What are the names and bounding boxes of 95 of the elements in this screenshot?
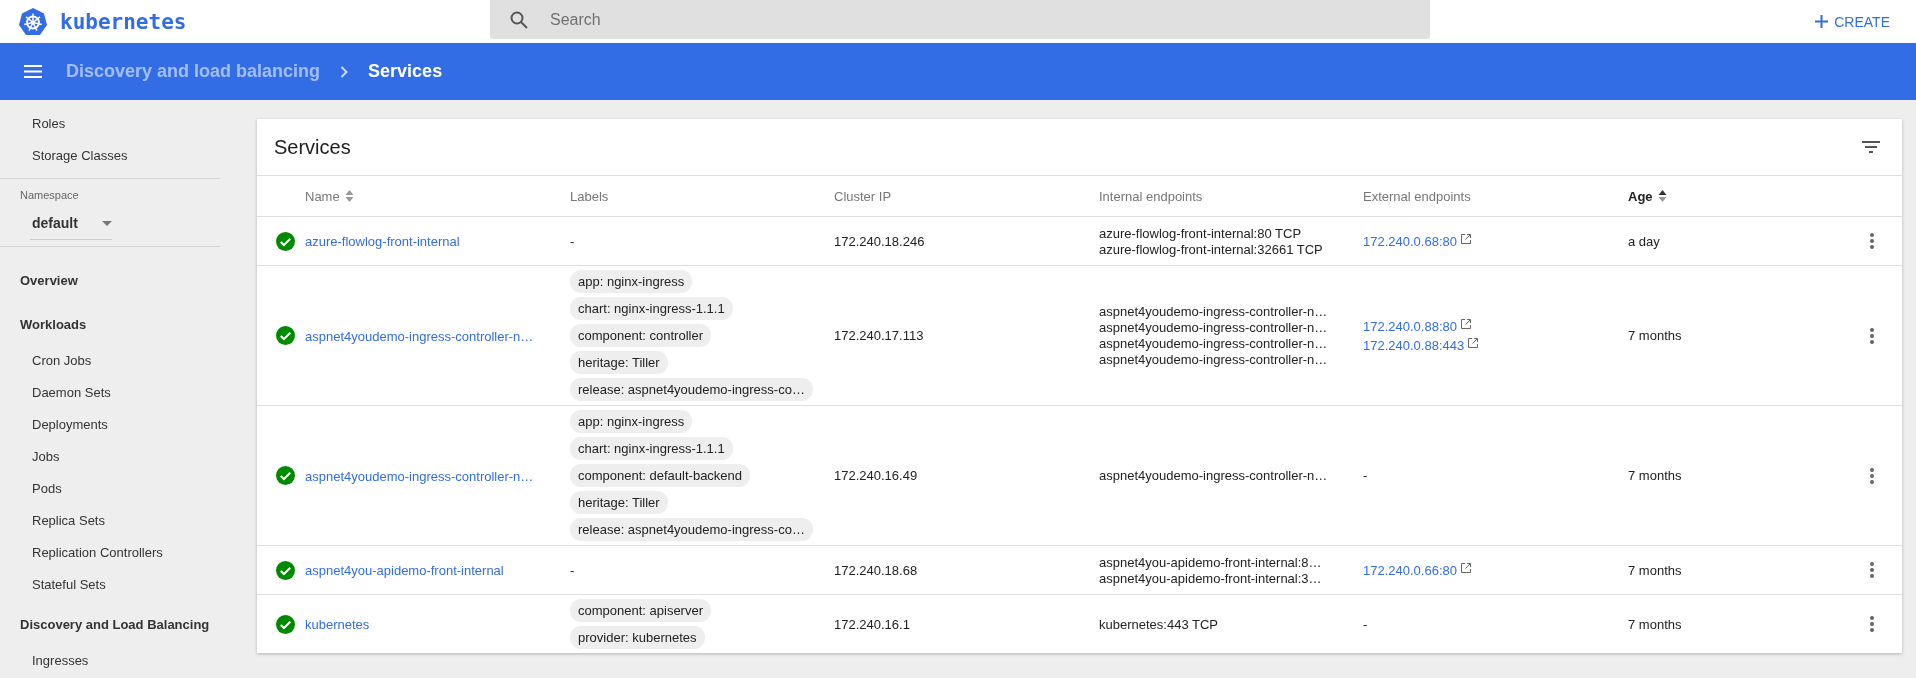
endpoint-text: aspnet4youdemo-ingress-controller-n… [1099,320,1328,335]
table-cell-text: - [570,562,576,578]
endpoint-text: aspnet4you-apidemo-front-internal:8… [1099,554,1322,570]
namespace-select[interactable]: default [30,211,112,240]
label-chip: chart: nginx-ingress-1.1.1 [570,437,733,460]
label-chip: component: apiserver [570,599,711,622]
table-cell-text: 7 months [1628,328,1683,343]
external-link-icon [1468,337,1479,348]
endpoint-link[interactable]: 172.240.0.88:443 [1363,337,1465,353]
dropdown-caret-icon [102,220,112,226]
success-check-icon [275,326,295,345]
sidebar-item[interactable]: Storage Classes [0,140,222,172]
column-header[interactable]: Name [305,188,570,204]
service-name-link[interactable]: aspnet4you-apidemo-front-internal [305,563,504,578]
sidebar-item[interactable]: Roles [0,108,222,140]
sidebar-item[interactable]: Deployments [0,409,222,441]
label-chip: heritage: Tiller [570,351,668,374]
page-title: Services [368,61,443,82]
external-link-icon [1461,318,1471,329]
endpoint-text: kubernetes:443 TCP [1099,616,1218,632]
label-chip: release: aspnet4youdemo-ingress-co… [570,518,813,541]
external-link-icon [1461,233,1471,244]
sidebar-item[interactable]: Replication Controllers [0,537,222,569]
label-chip: heritage: Tiller [570,491,668,514]
column-header: Internal endpoints [1099,188,1204,204]
label-chip: release: aspnet4youdemo-ingress-co… [570,378,813,401]
menu-icon [24,65,42,78]
endpoint-text: azure-flowlog-front-internal:80 TCP [1099,225,1302,241]
success-check-icon [275,560,295,580]
card-title: Services [274,135,351,159]
kubernetes-logo-icon [18,6,48,37]
search-icon [510,11,528,29]
label-chip: component: controller [570,324,711,347]
success-check-icon [275,614,295,634]
search-field[interactable]: Search [490,0,1430,39]
service-name-link[interactable]: aspnet4youdemo-ingress-controller-n… [305,328,534,344]
table-cell: - [1363,616,1368,632]
plus-icon [1815,15,1829,28]
label-chip: chart: nginx-ingress-1.1.1 [570,297,733,320]
sort-icon [1657,189,1667,203]
sidebar-section[interactable]: Overview [0,257,222,301]
endpoint-text: aspnet4you-apidemo-front-internal:3… [1099,570,1322,586]
table-cell-text: 172.240.18.68 [834,562,919,578]
table-cell: - [1363,468,1368,483]
table-cell-text: 172.240.18.246 [834,233,926,249]
sidebar-item[interactable]: Replica Sets [0,505,222,537]
column-header: External endpoints [1363,188,1472,204]
filter-icon [1862,141,1880,153]
external-link-icon [1461,562,1471,573]
table-cell-text: 7 months [1628,468,1683,483]
label-chip: component: default-backend [570,464,751,487]
sidebar-item[interactable]: Daemon Sets [0,377,222,409]
sidebar-item[interactable]: Ingresses [0,645,222,677]
label-chip: app: nginx-ingress [570,270,693,293]
endpoint-link[interactable]: 172.240.0.66:80 [1363,562,1457,578]
service-name-link[interactable]: kubernetes [305,617,370,632]
sidebar-item[interactable]: Cron Jobs [0,345,222,377]
sidebar-section[interactable]: Discovery and Load Balancing [0,601,222,645]
more-vertical-icon [1870,327,1874,344]
endpoint-text: azure-flowlog-front-internal:32661 TCP [1099,241,1323,257]
endpoint-text: aspnet4youdemo-ingress-controller-n… [1099,336,1328,351]
table-cell-text: 172.240.16.49 [834,468,919,483]
table-cell-text: 172.240.17.113 [834,328,925,343]
sort-icon [344,189,354,203]
endpoint-text: aspnet4youdemo-ingress-controller-n… [1099,352,1328,367]
table-cell-text: a day [1628,233,1661,249]
sidebar-item[interactable]: Pods [0,473,222,505]
sidebar-section[interactable]: Workloads [0,301,222,345]
table-cell-text: - [570,233,576,249]
brand-name: kubernetes [60,9,187,34]
column-header: Labels [570,188,610,204]
sidebar-item[interactable]: Stateful Sets [0,569,222,601]
sidebar-item[interactable]: Jobs [0,441,222,473]
endpoint-link[interactable]: 172.240.0.88:80 [1363,318,1457,334]
more-vertical-icon [1870,233,1874,249]
more-vertical-icon [1870,562,1874,578]
table-cell-text: 7 months [1628,562,1683,578]
table-cell-text: 7 months [1628,616,1683,632]
more-vertical-icon [1870,616,1874,632]
more-vertical-icon [1870,467,1874,484]
create-button[interactable]: CREATE [1807,7,1898,36]
label-chip: app: nginx-ingress [570,410,693,433]
label-chip: provider: kubernetes [570,626,705,649]
service-name-link[interactable]: azure-flowlog-front-internal [305,234,460,249]
namespace-label: Namespace [19,189,80,201]
chevron-right-icon [340,65,349,78]
success-check-icon [275,231,295,251]
service-name-link[interactable]: aspnet4youdemo-ingress-controller-n… [305,468,534,484]
column-header[interactable]: Age [1628,188,1842,204]
table-cell-text: 172.240.16.1 [834,616,911,632]
endpoint-text: aspnet4youdemo-ingress-controller-n… [1099,468,1328,483]
success-check-icon [275,466,295,485]
endpoint-link[interactable]: 172.240.0.68:80 [1363,233,1457,249]
endpoint-text: aspnet4youdemo-ingress-controller-n… [1099,304,1328,319]
column-header: Cluster IP [834,188,893,204]
